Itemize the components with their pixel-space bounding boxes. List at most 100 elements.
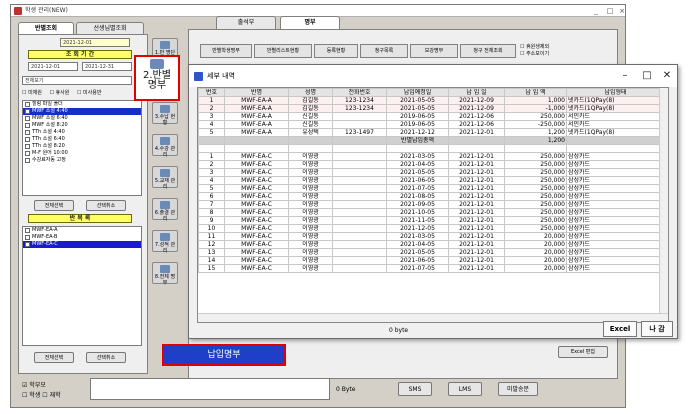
roster-icon [150, 59, 164, 69]
table-cell: 20,000 [504, 256, 567, 265]
checkbox-unused[interactable]: ☐ 미사용반 [77, 90, 101, 96]
table-row[interactable]: 5 MWF-EA-A 유성택 123-1497 2021-12-12 2021-12-01… [198, 128, 665, 137]
list-item[interactable]: MWF 소설 4:40 [23, 108, 141, 115]
list-item[interactable]: MWF 소설 8:20 [23, 122, 141, 129]
table-cell: 20,000 [504, 240, 567, 249]
lms-button[interactable]: LMS [448, 382, 482, 396]
table-row[interactable]: 5 MWF-EA-C 이영광 2021-07-05 2021-12-01 250,000 삼… [198, 184, 665, 193]
table-row[interactable]: 14 MWF-EA-C 이영광 2021-06-05 2021-12-01 20,000 삼… [198, 256, 665, 265]
list-item[interactable]: M-F 원어 10:00 [23, 150, 141, 157]
table-cell: 삼성카드 [566, 160, 665, 169]
table-row[interactable] [198, 144, 665, 153]
table-row[interactable]: 8 MWF-EA-C 이영광 2021-10-05 2021-12-01 250,000 삼… [198, 208, 665, 217]
list-item[interactable]: TTh 소설 8:20 [23, 143, 141, 150]
table-cell: MWF-EA-A [224, 112, 289, 121]
date-from-field[interactable]: 2021-12-01 [60, 38, 130, 47]
list-item[interactable]: TTh 소설 6:40 [23, 136, 141, 143]
deselect-all-button[interactable]: 선택취소 [86, 200, 126, 211]
tool-book-manage[interactable]: 5.교재 관리 [152, 166, 178, 190]
deselect-all-button-2[interactable]: 선택취소 [86, 352, 126, 363]
table-row[interactable]: 7 MWF-EA-C 이영광 2021-09-05 2021-12-01 250,000 삼… [198, 200, 665, 209]
footer-checks: ☐ 학생 ☐ 재학 [22, 390, 61, 399]
table-row[interactable]: 4 MWF-EA-C 이영광 2021-06-05 2021-12-01 250,000 삼… [198, 176, 665, 185]
table-row[interactable]: 12 MWF-EA-C 이영광 2021-04-05 2021-12-01 20,000 삼… [198, 240, 665, 249]
tool-course-manage[interactable]: 4.수강 관리 [152, 134, 178, 158]
table-row[interactable]: 13 MWF-EA-C 이영광 2021-05-05 2021-12-01 20,000 삼… [198, 248, 665, 257]
table-row[interactable]: 반별납입총액 1,200 [198, 136, 665, 145]
list-item[interactable]: MWF 소설 6:40 [23, 115, 141, 122]
table-cell: 삼성카드 [566, 240, 665, 249]
sms-button[interactable]: SMS [398, 382, 432, 396]
table-row[interactable]: 1 MWF-EA-A 김길동 123-1234 2021-05-05 2021-12-09… [198, 96, 665, 105]
table-row[interactable]: 15 MWF-EA-C 이영광 2021-07-05 2021-12-01 20,000 삼… [198, 264, 665, 273]
check-student[interactable]: ☐ 학생 [22, 392, 40, 399]
tab-roster[interactable]: 명부 [280, 16, 340, 29]
table-row[interactable]: 1 MWF-EA-C 이영광 2021-03-05 2021-12-01 250,000 삼… [198, 152, 665, 161]
table-row[interactable]: 2 MWF-EA-A 김길동 123-1234 2021-05-05 2021-12-09… [198, 104, 665, 113]
select-all-button[interactable]: 전체선택 [34, 200, 74, 211]
table-cell: 삼성카드 [566, 224, 665, 233]
table-cell: 123-1497 [332, 128, 387, 137]
check-enrolled[interactable]: ☐ 재학 [42, 392, 60, 399]
table-cell: 신길동 [288, 120, 333, 129]
table-cell [448, 144, 505, 153]
table-row[interactable]: 6 MWF-EA-C 이영광 2021-08-05 2021-12-01 250,000 삼… [198, 192, 665, 201]
close-icon[interactable]: × [615, 5, 629, 17]
checkbox-label: 미재원 [28, 90, 42, 96]
table-row[interactable]: 10 MWF-EA-C 이영광 2021-12-05 2021-12-01 250,000… [198, 224, 665, 233]
table-row[interactable]: 9 MWF-EA-C 이영광 2021-11-05 2021-12-01 250,000 삼… [198, 216, 665, 225]
message-input[interactable] [90, 378, 330, 400]
tool-grades[interactable]: 7.성적 관리 [152, 230, 178, 254]
grid-vertical-scrollbar[interactable] [659, 88, 668, 313]
dialog-minimize-icon[interactable]: – [613, 65, 637, 87]
excel-button[interactable]: Excel [603, 321, 637, 337]
table-row[interactable]: 3 MWF-EA-A 신길동 2019-06-05 2021-12-06 250,000 서… [198, 112, 665, 121]
check-label: 학부모 [29, 382, 46, 389]
list-item[interactable]: MWF-EA-C [23, 241, 141, 248]
close-button[interactable]: 나 감 [641, 321, 673, 337]
list-item[interactable]: 힐링 파일 폴더 [23, 101, 141, 108]
table-cell: 250,000 [504, 216, 567, 225]
tab-attendance[interactable]: 출석부 [216, 16, 276, 29]
list-item[interactable]: 수강료자동 고정 [23, 157, 141, 164]
table-cell: 2021-12-01 [448, 232, 505, 241]
list-item[interactable]: TTh 소설 4:40 [23, 129, 141, 136]
checkbox-unenrolled[interactable]: ☐ 미재원 [22, 90, 42, 96]
table-row[interactable]: 4 MWF-EA-A 신길동 2019-06-05 2021-12-06 -250,000… [198, 120, 665, 129]
dialog-close-icon[interactable]: ✕ [655, 65, 679, 87]
table-cell: 2021-12-01 [448, 256, 505, 265]
table-cell: 이영광 [288, 208, 333, 217]
table-row[interactable]: 3 MWF-EA-C 이영광 2021-05-05 2021-12-01 250,000 삼… [198, 168, 665, 177]
minimize-icon[interactable]: _ [589, 5, 603, 17]
opt-show-address[interactable]: ☐ 주소보이기 [520, 51, 549, 58]
view-select[interactable]: 전체보기 [22, 76, 132, 85]
btn-billing-list[interactable]: 청구목록 [360, 44, 408, 58]
btn-makeup-roster[interactable]: 보강명부 [410, 44, 458, 58]
footer-check-parent[interactable]: ☑ 학부모 [22, 380, 46, 389]
list-item[interactable]: MWF-EA-A [23, 227, 141, 234]
btn-billing-all[interactable]: 청구 전체조회 [460, 44, 516, 58]
btn-class-list-status[interactable]: 반별리스트현황 [254, 44, 312, 58]
tool-all-roster[interactable]: 8.전체 명부 [152, 262, 178, 286]
table-row[interactable]: 2 MWF-EA-C 이영광 2021-04-05 2021-12-01 250,000 삼… [198, 160, 665, 169]
grid-horizontal-scrollbar[interactable] [198, 313, 668, 322]
table-cell: 10 [198, 224, 225, 233]
btn-class-roster[interactable]: 반별학생명부 [200, 44, 252, 58]
table-cell: 2021-12-01 [448, 216, 505, 225]
unsent-button[interactable]: 미발송문 [498, 382, 538, 396]
table-cell: 11 [198, 232, 225, 241]
excel-edit-button[interactable]: Excel 편집 [558, 346, 608, 358]
checkbox-rest[interactable]: ☐ 휴사원 [49, 90, 69, 96]
detail-grid[interactable]: 번호 반명 성명 전화번호 납입예정일 납 입 일 납 입 액 납입형태 1 MW… [197, 87, 669, 323]
select-all-button-2[interactable]: 전체선택 [34, 352, 74, 363]
tool-payment-status[interactable]: 3.수납 현황 [152, 102, 178, 126]
month-to-field[interactable]: 2021-12-31 [82, 62, 132, 71]
btn-registration[interactable]: 등록현황 [314, 44, 358, 58]
table-row[interactable]: 11 MWF-EA-C 이영광 2021-03-05 2021-12-01 20,000 삼… [198, 232, 665, 241]
list-item[interactable]: MWF-EA-B [23, 234, 141, 241]
tool-attendance[interactable]: 6.출결 관리 [152, 198, 178, 222]
course-icon [160, 137, 170, 145]
highlight-class-roster-tool[interactable]: 2.반별 명부 [134, 55, 180, 101]
opt-exclude-rest[interactable]: ☐ 휴원생제외 [520, 44, 549, 51]
month-from-field[interactable]: 2021-12-01 [28, 62, 78, 71]
